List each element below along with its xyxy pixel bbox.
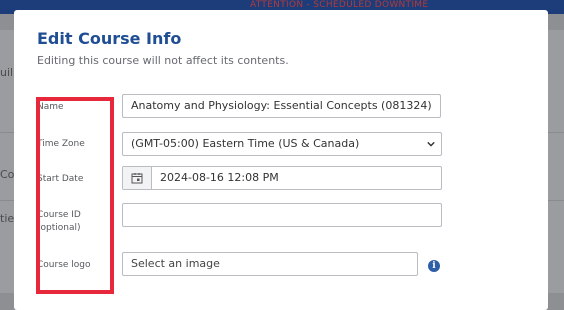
course-logo-picker[interactable]: Select an image xyxy=(122,252,418,276)
info-icon[interactable]: i xyxy=(428,260,440,272)
course-logo-placeholder: Select an image xyxy=(131,257,220,270)
calendar-icon xyxy=(131,173,143,184)
modal-subtitle: Editing this course will not affect its … xyxy=(37,54,289,67)
name-value: Anatomy and Physiology: Essential Concep… xyxy=(131,99,432,112)
date-picker-button[interactable] xyxy=(123,167,152,189)
start-date-field[interactable]: 2024-08-16 12:08 PM xyxy=(122,166,442,190)
chevron-down-icon xyxy=(427,141,435,147)
background-text-fragment: uil xyxy=(0,66,14,79)
time-zone-value: (GMT-05:00) Eastern Time (US & Canada) xyxy=(131,137,360,150)
start-date-value: 2024-08-16 12:08 PM xyxy=(160,171,279,184)
modal-title: Edit Course Info xyxy=(37,29,182,48)
name-input[interactable]: Anatomy and Physiology: Essential Concep… xyxy=(122,94,441,118)
time-zone-select[interactable]: (GMT-05:00) Eastern Time (US & Canada) xyxy=(122,132,442,156)
label-highlight-box xyxy=(36,97,114,294)
edit-course-modal: Edit Course Info Editing this course wil… xyxy=(14,10,548,310)
course-id-input[interactable] xyxy=(122,203,442,227)
